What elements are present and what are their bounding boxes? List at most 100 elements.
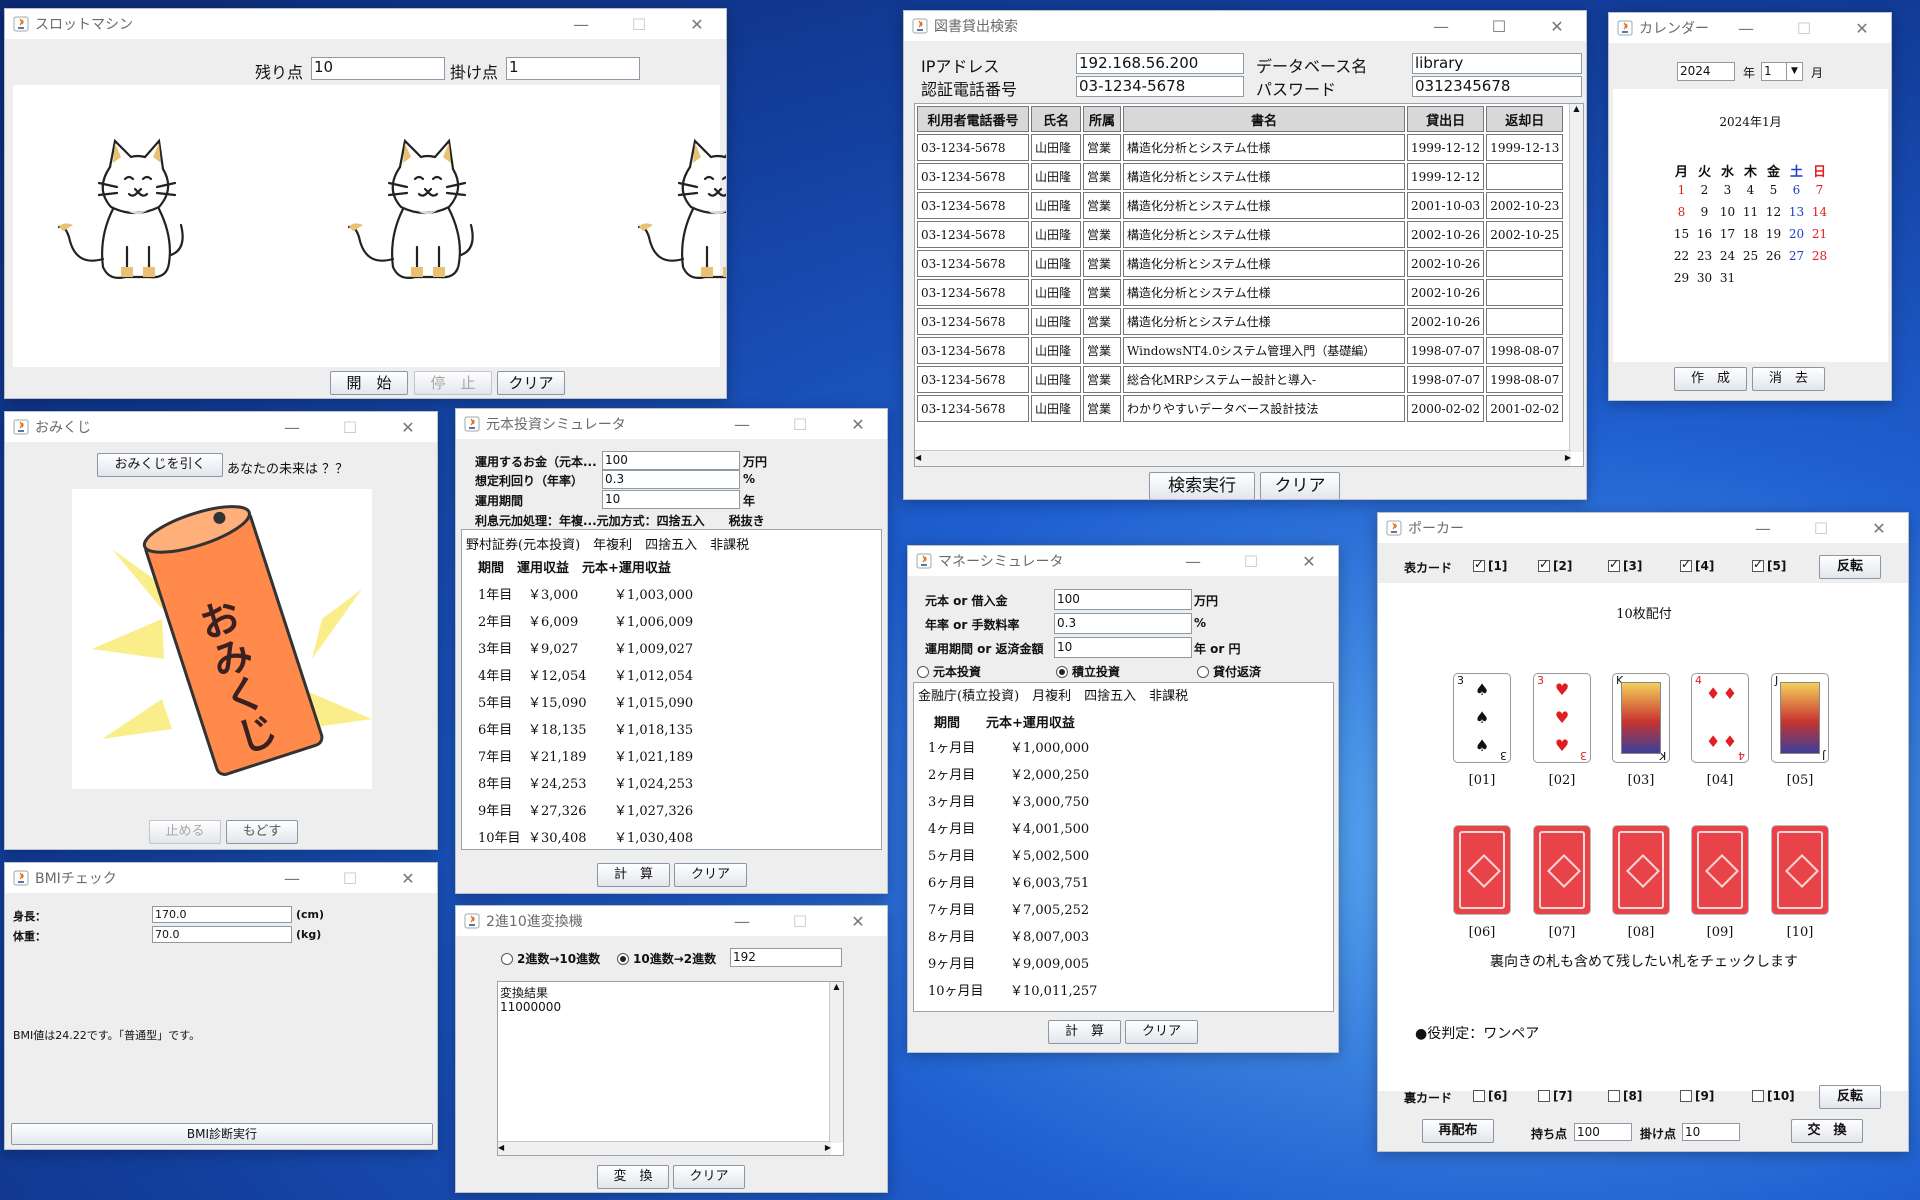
radio-icon[interactable] [501,953,513,965]
table-cell[interactable]: 山田隆 [1031,134,1081,161]
close-icon[interactable]: ✕ [829,912,887,931]
close-icon[interactable]: ✕ [1833,19,1891,38]
flip-button[interactable]: 反転 [1819,555,1881,579]
minimize-icon[interactable]: — [1412,17,1470,36]
table-cell[interactable]: 03-1234-5678 [917,395,1029,422]
table-cell[interactable]: 2002-10-26 [1407,221,1485,248]
calendar-day[interactable]: 5 [1762,183,1785,197]
calendar-day[interactable]: 18 [1739,227,1762,241]
table-row[interactable]: 03-1234-5678 山田隆 営業 構造化分析とシステム仕様 1999-12-12 1… [917,134,1564,161]
remaining-field[interactable]: 10 [311,57,445,80]
rate-field[interactable]: 0.3 [602,470,740,489]
table-cell[interactable]: 構造化分析とシステム仕様 [1123,250,1405,277]
column-header[interactable]: 貸出日 [1407,106,1485,132]
radio-loan-repayment[interactable]: 貸付返済 [1197,663,1261,680]
table-cell[interactable]: 構造化分析とシステム仕様 [1123,308,1405,335]
table-cell[interactable]: 03-1234-5678 [917,221,1029,248]
checkbox-icon[interactable] [1473,557,1485,572]
table-cell[interactable]: 山田隆 [1031,163,1081,190]
table-cell[interactable] [1486,308,1564,335]
period-field[interactable]: 10 [602,490,740,509]
close-icon[interactable]: ✕ [379,869,437,888]
horizontal-scrollbar[interactable]: ◀ ▶ [915,450,1571,466]
maximize-icon[interactable]: ☐ [1470,17,1528,36]
calendar-day[interactable]: 17 [1716,227,1739,241]
calendar-day[interactable]: 6 [1785,183,1808,197]
calendar-day[interactable]: 20 [1785,227,1808,241]
maximize-icon[interactable]: ☐ [771,415,829,434]
table-cell[interactable]: 山田隆 [1031,221,1081,248]
table-cell[interactable]: 営業 [1083,337,1121,364]
table-cell[interactable]: 山田隆 [1031,279,1081,306]
table-row[interactable]: 03-1234-5678 山田隆 営業 わかりやすいデータベース設計技法 2000-02… [917,395,1564,422]
table-row[interactable]: 03-1234-5678 山田隆 営業 構造化分析とシステム仕様 2002-10-26 [917,308,1564,335]
maximize-icon[interactable]: ☐ [771,912,829,931]
table-cell[interactable]: 2002-10-26 [1407,279,1485,306]
radio-icon[interactable] [617,953,629,965]
close-icon[interactable]: ✕ [1528,17,1586,36]
maximize-icon[interactable]: ☐ [1775,19,1833,38]
minimize-icon[interactable]: — [552,15,610,34]
ip-field[interactable]: 192.168.56.200 [1076,53,1244,74]
table-cell[interactable]: 03-1234-5678 [917,308,1029,335]
column-header[interactable]: 返却日 [1486,106,1564,132]
points-field[interactable]: 100 [1574,1123,1632,1141]
minimize-icon[interactable]: — [263,869,321,888]
maximize-icon[interactable]: ☐ [1792,519,1850,538]
table-cell[interactable]: 03-1234-5678 [917,134,1029,161]
password-field[interactable]: 0312345678 [1412,76,1582,97]
calendar-day[interactable]: 29 [1670,271,1693,285]
clear-button[interactable]: クリア [1260,472,1340,499]
calendar-day[interactable]: 13 [1785,205,1808,219]
calendar-day[interactable]: 22 [1670,249,1693,263]
table-cell[interactable]: 1998-08-07 [1486,337,1564,364]
table-cell[interactable]: 03-1234-5678 [917,163,1029,190]
playing-card[interactable]: JJ [1771,673,1829,763]
principal-field[interactable]: 100 [1054,589,1192,610]
table-cell[interactable]: 営業 [1083,134,1121,161]
table-cell[interactable]: 山田隆 [1031,366,1081,393]
bet-field[interactable]: 10 [1682,1123,1740,1141]
card-checkbox[interactable]: [5] [1752,557,1786,573]
column-header[interactable]: 利用者電話番号 [917,106,1029,132]
calendar-day[interactable]: 10 [1716,205,1739,219]
weight-field[interactable]: 70.0 [152,926,292,943]
playing-card[interactable]: 4 4 ♦ ♦ ♦ ♦ [1691,673,1749,763]
back-button[interactable]: もどす [226,820,298,844]
calendar-day[interactable]: 8 [1670,205,1693,219]
table-cell[interactable]: 営業 [1083,279,1121,306]
table-cell[interactable]: 1999-12-12 [1407,134,1485,161]
card-checkbox[interactable]: [2] [1538,557,1572,573]
search-button[interactable]: 検索実行 [1149,472,1255,499]
table-cell[interactable]: 03-1234-5678 [917,250,1029,277]
minimize-icon[interactable]: — [1734,519,1792,538]
calendar-day[interactable]: 31 [1716,271,1739,285]
bet-field[interactable]: 1 [506,57,640,80]
start-button[interactable]: 開 始 [330,371,408,395]
checkbox-icon[interactable] [1680,557,1692,572]
stop-button[interactable]: 停 止 [414,371,492,395]
face-down-card[interactable] [1533,825,1591,915]
calendar-day[interactable]: 7 [1808,183,1831,197]
calendar-day[interactable]: 11 [1739,205,1762,219]
db-field[interactable]: library [1412,53,1582,74]
table-row[interactable]: 03-1234-5678 山田隆 営業 総合化MRPシステムー設計と導入- 1998-0… [917,366,1564,393]
result-area[interactable]: 変換結果 11000000 ▲ ◀ ▶ [497,981,844,1156]
table-row[interactable]: 03-1234-5678 山田隆 営業 構造化分析とシステム仕様 2002-10-26 [917,250,1564,277]
table-cell[interactable]: 山田隆 [1031,395,1081,422]
chevron-down-icon[interactable]: ▼ [1786,63,1802,80]
horizontal-scrollbar[interactable]: ◀ ▶ [498,1141,831,1155]
playing-card[interactable]: 3 3 ♠ ♠ ♠ [1453,673,1511,763]
card-checkbox[interactable]: [6] [1473,1089,1507,1103]
calendar-day[interactable]: 27 [1785,249,1808,263]
table-cell[interactable]: 構造化分析とシステム仕様 [1123,134,1405,161]
table-cell[interactable]: 1999-12-12 [1407,163,1485,190]
table-cell[interactable]: 03-1234-5678 [917,366,1029,393]
column-header[interactable]: 氏名 [1031,106,1081,132]
radio-binary-to-decimal[interactable]: 2進数→10進数 [501,950,600,967]
draw-omikuji-button[interactable]: おみくじを引く [97,453,223,477]
table-cell[interactable]: WindowsNT4.0システム管理入門（基礎編） [1123,337,1405,364]
maximize-icon[interactable]: ☐ [1222,552,1280,571]
redeal-button[interactable]: 再配布 [1422,1119,1494,1143]
calc-button[interactable]: 計 算 [1048,1020,1121,1044]
